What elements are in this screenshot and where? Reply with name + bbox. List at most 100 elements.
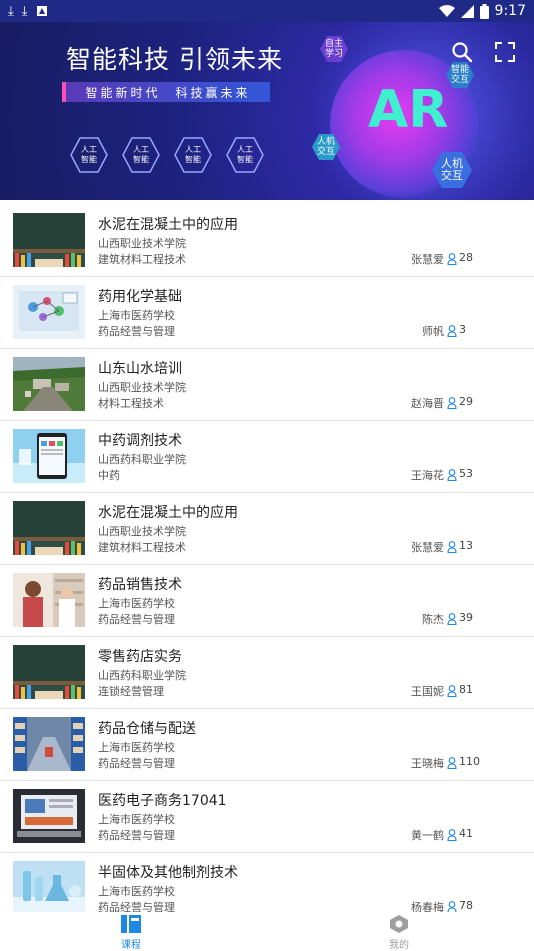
hex-tag: 人工 智能 [226, 136, 264, 174]
course-learner-count: 13 [459, 539, 473, 552]
course-major: 建筑材料工程技术 [98, 253, 186, 266]
course-teacher: 师帆 [422, 325, 444, 338]
notification-icon [36, 6, 47, 16]
course-major: 材料工程技术 [98, 397, 164, 410]
course-major: 药品经营与管理 [98, 829, 175, 842]
course-learner-count: 81 [459, 683, 473, 696]
course-school: 山西药科职业学院 [98, 453, 186, 466]
course-thumbnail [13, 501, 85, 555]
course-title: 零售药店实务 [98, 649, 182, 665]
person-icon [447, 898, 457, 914]
course-row[interactable]: 山东山水培训 山西职业技术学院 材料工程技术 赵海晋 29 [0, 349, 534, 421]
banner-hex-group: 人工 智能 人工 智能 人工 智能 人工 智能 [70, 136, 264, 174]
course-major: 建筑材料工程技术 [98, 541, 186, 554]
tab-profile-label: 我的 [389, 940, 409, 951]
course-row[interactable]: 医药电子商务17041 上海市医药学校 药品经营与管理 黄一鹤 41 [0, 781, 534, 853]
hex-tag: 人工 智能 [70, 136, 108, 174]
course-title: 药用化学基础 [98, 289, 182, 305]
download-icon: ⤓ [8, 3, 14, 19]
hex-tag: 人工 智能 [174, 136, 212, 174]
tab-profile[interactable]: 我的 [388, 914, 410, 951]
person-icon [447, 394, 457, 410]
course-title: 医药电子商务17041 [98, 793, 227, 809]
status-bar: ⤓ ⤓ 9:17 [0, 0, 534, 22]
course-title: 药品仓储与配送 [98, 721, 196, 737]
course-row[interactable]: 药用化学基础 上海市医药学校 药品经营与管理 师帆 3 [0, 277, 534, 349]
download-icon: ⤓ [21, 3, 28, 19]
course-learner-count: 53 [459, 467, 473, 480]
course-title: 水泥在混凝土中的应用 [98, 217, 238, 233]
course-school: 上海市医药学校 [98, 885, 175, 898]
course-learner-count: 29 [459, 395, 473, 408]
person-icon [447, 322, 457, 338]
fullscreen-icon[interactable] [494, 41, 516, 63]
course-teacher: 王晓梅 [411, 757, 444, 770]
person-icon [447, 466, 457, 482]
course-major: 中药 [98, 469, 120, 482]
course-school: 上海市医药学校 [98, 309, 175, 322]
person-icon [447, 538, 457, 554]
profile-icon [390, 915, 408, 933]
course-thumbnail [13, 213, 85, 267]
course-row[interactable]: 药品销售技术 上海市医药学校 药品经营与管理 陈杰 39 [0, 565, 534, 637]
course-teacher: 陈杰 [422, 613, 444, 626]
course-learner-count: 39 [459, 611, 473, 624]
course-icon [121, 915, 141, 933]
course-major: 药品经营与管理 [98, 325, 175, 338]
course-thumbnail [13, 285, 85, 339]
course-school: 山西职业技术学院 [98, 237, 186, 250]
wifi-icon [438, 4, 455, 17]
course-learner-count: 110 [459, 755, 480, 768]
course-title: 中药调剂技术 [98, 433, 182, 449]
course-learner-count: 41 [459, 827, 473, 840]
course-row[interactable]: 零售药店实务 山西药科职业学院 连锁经营管理 王国妮 81 [0, 637, 534, 709]
course-school: 山西职业技术学院 [98, 381, 186, 394]
course-teacher: 王国妮 [411, 685, 444, 698]
person-icon [447, 682, 457, 698]
person-icon [447, 826, 457, 842]
course-title: 半固体及其他制剂技术 [98, 865, 238, 881]
course-row[interactable]: 药品仓储与配送 上海市医药学校 药品经营与管理 王晓梅 110 [0, 709, 534, 781]
course-school: 上海市医药学校 [98, 813, 175, 826]
person-icon [447, 610, 457, 626]
course-school: 上海市医药学校 [98, 597, 175, 610]
course-learner-count: 28 [459, 251, 473, 264]
course-teacher: 张慧爱 [411, 253, 444, 266]
banner-title: 智能科技 引领未来 [66, 45, 283, 74]
course-learner-count: 78 [459, 899, 473, 912]
course-thumbnail [13, 573, 85, 627]
tab-course[interactable]: 课程 [120, 914, 142, 951]
hex-tag: 人工 智能 [122, 136, 160, 174]
course-teacher: 黄一鹤 [411, 829, 444, 842]
course-title: 药品销售技术 [98, 577, 182, 593]
course-list: 水泥在混凝土中的应用 山西职业技术学院 建筑材料工程技术 张慧爱 28 药用化学… [0, 205, 534, 925]
course-major: 连锁经营管理 [98, 685, 164, 698]
course-thumbnail [13, 717, 85, 771]
course-thumbnail [13, 789, 85, 843]
course-major: 药品经营与管理 [98, 613, 175, 626]
course-row[interactable]: 水泥在混凝土中的应用 山西职业技术学院 建筑材料工程技术 张慧爱 28 [0, 205, 534, 277]
person-icon [447, 754, 457, 770]
promo-banner[interactable]: 智能科技 引领未来 智能新时代 科技赢未来 人工 智能 人工 智能 人工 智能 人工智… [0, 22, 534, 200]
course-row[interactable]: 中药调剂技术 山西药科职业学院 中药 王海花 53 [0, 421, 534, 493]
course-thumbnail [13, 429, 85, 483]
person-icon [447, 250, 457, 266]
course-title: 山东山水培训 [98, 361, 182, 377]
ar-label: AR [368, 80, 449, 140]
search-icon[interactable] [450, 40, 474, 64]
course-thumbnail [13, 357, 85, 411]
battery-icon [479, 3, 489, 19]
banner-subtitle: 智能新时代 科技赢未来 [62, 82, 270, 102]
course-learner-count: 3 [459, 323, 466, 336]
course-school: 上海市医药学校 [98, 741, 175, 754]
status-time: 9:17 [494, 3, 526, 19]
course-teacher: 王海花 [411, 469, 444, 482]
course-teacher: 张慧爱 [411, 541, 444, 554]
course-thumbnail [13, 861, 85, 915]
course-major: 药品经营与管理 [98, 757, 175, 770]
course-row[interactable]: 水泥在混凝土中的应用 山西职业技术学院 建筑材料工程技术 张慧爱 13 [0, 493, 534, 565]
signal-icon [460, 4, 474, 18]
course-school: 山西职业技术学院 [98, 525, 186, 538]
course-teacher: 赵海晋 [411, 397, 444, 410]
bottom-tab-bar: 课程 我的 [0, 912, 534, 951]
